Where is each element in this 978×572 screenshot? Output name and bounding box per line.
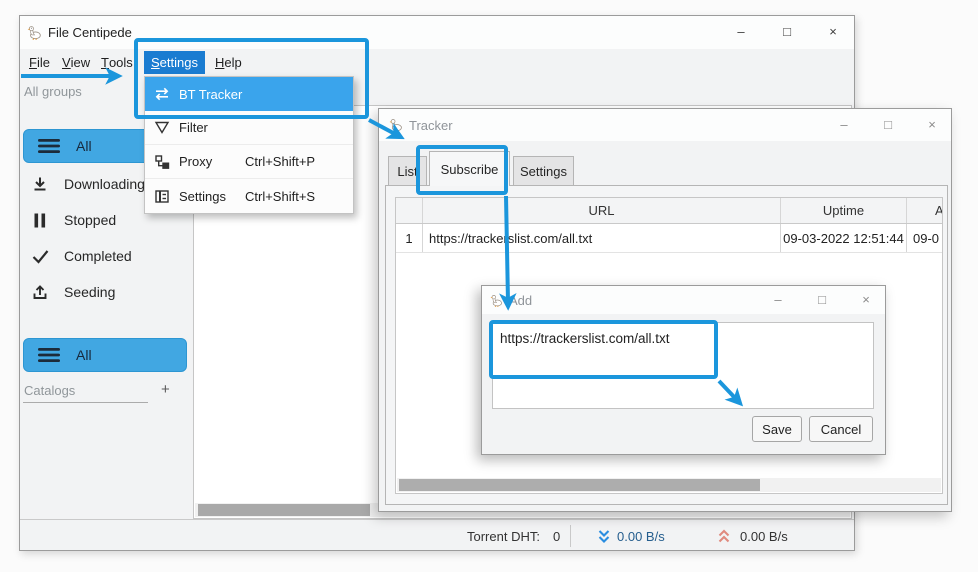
col-header-added[interactable]: A <box>907 198 942 223</box>
tab-settings[interactable]: Settings <box>513 156 574 186</box>
sidebar-item-label: Completed <box>64 248 132 264</box>
proxy-icon <box>153 154 171 170</box>
menu-file[interactable]: File <box>22 51 57 74</box>
app-logo-duck-icon <box>389 118 403 132</box>
menu-tools[interactable]: Tools <box>94 51 140 74</box>
menu-help[interactable]: Help <box>208 51 249 74</box>
menu-view[interactable]: View <box>55 51 97 74</box>
cancel-button[interactable]: Cancel <box>809 416 873 442</box>
table-row[interactable]: 1 https://trackerslist.com/all.txt 09-03… <box>396 224 942 253</box>
menu-item-bt-tracker[interactable]: BT Tracker <box>145 77 353 111</box>
main-window-title: File Centipede <box>48 25 132 40</box>
sidebar-catalog-all[interactable]: All <box>23 338 187 372</box>
maximize-button[interactable]: □ <box>770 24 804 39</box>
bt-tracker-icon <box>153 86 171 102</box>
upload-speed-value: 0.00 B/s <box>740 520 788 552</box>
sidebar-item-label: All <box>76 138 92 154</box>
app-logo-duck-icon <box>27 25 42 40</box>
settings-icon <box>153 189 171 204</box>
add-catalog-button[interactable]: + <box>161 381 170 398</box>
download-speed-icon <box>597 520 611 552</box>
tracker-window-title: Tracker <box>409 118 453 133</box>
add-dialog-title: Add <box>509 293 532 308</box>
menu-settings[interactable]: Settings <box>144 51 205 74</box>
minimize-button[interactable]: – <box>724 24 758 39</box>
hamburger-icon <box>38 347 60 363</box>
torrent-dht-label: Torrent DHT: <box>467 520 540 552</box>
menu-item-shortcut: Ctrl+Shift+P <box>245 154 315 169</box>
close-button[interactable]: × <box>915 117 949 132</box>
menu-item-label: BT Tracker <box>179 87 242 102</box>
minimize-button[interactable]: – <box>827 117 861 132</box>
sidebar-item-label: Seeding <box>64 284 115 300</box>
filter-icon <box>153 120 171 135</box>
sidebar-item-label: Downloading <box>64 176 145 192</box>
download-speed-value: 0.00 B/s <box>617 520 665 552</box>
app-logo-duck-icon <box>490 294 503 307</box>
cell-index: 1 <box>396 224 423 252</box>
close-button[interactable]: × <box>816 24 850 39</box>
checkmark-icon <box>31 249 49 264</box>
menu-item-settings[interactable]: Settings Ctrl+Shift+S <box>145 179 353 213</box>
hamburger-icon <box>38 138 60 154</box>
scrollbar-thumb[interactable] <box>399 479 760 491</box>
menu-bar: File View Tools Settings Help <box>20 49 854 76</box>
scrollbar-thumb[interactable] <box>198 504 370 516</box>
upload-seed-icon <box>31 284 49 300</box>
tracker-url-input[interactable]: https://trackerslist.com/all.txt <box>492 322 874 409</box>
menu-item-proxy[interactable]: Proxy Ctrl+Shift+P <box>145 145 353 179</box>
add-dialog: Add – □ × https://trackerslist.com/all.t… <box>481 285 886 455</box>
cell-url: https://trackerslist.com/all.txt <box>423 224 781 252</box>
pause-icon <box>31 213 49 228</box>
close-button[interactable]: × <box>849 292 883 307</box>
menu-item-label: Proxy <box>179 154 212 169</box>
save-button[interactable]: Save <box>752 416 802 442</box>
menu-item-shortcut: Ctrl+Shift+S <box>245 189 315 204</box>
menu-item-label: Settings <box>179 189 226 204</box>
status-divider <box>570 525 571 547</box>
tab-list[interactable]: List <box>388 156 427 186</box>
download-icon <box>31 176 49 192</box>
groups-selector[interactable]: All groups <box>24 78 82 104</box>
screenshot-stage: File Centipede – □ × File View Tools Set… <box>0 0 978 572</box>
maximize-button[interactable]: □ <box>871 117 905 132</box>
sidebar-item-label: All <box>76 347 92 363</box>
table-header-row: URL Uptime A <box>396 198 942 224</box>
menu-item-label: Filter <box>179 120 208 135</box>
minimize-button[interactable]: – <box>761 292 795 307</box>
cell-added: 09-0 <box>907 224 942 252</box>
tab-subscribe[interactable]: Subscribe <box>429 151 510 186</box>
col-header-url[interactable]: URL <box>423 198 781 223</box>
sidebar-item-completed[interactable]: Completed <box>23 239 187 273</box>
catalogs-label: Catalogs <box>24 383 75 398</box>
status-bar: Torrent DHT: 0 0.00 B/s 0.00 B/s <box>20 519 854 552</box>
menu-item-filter[interactable]: Filter <box>145 111 353 145</box>
col-header-uptime[interactable]: Uptime <box>781 198 907 223</box>
sidebar-item-label: Stopped <box>64 212 116 228</box>
horizontal-scrollbar[interactable] <box>397 478 941 492</box>
cell-uptime: 09-03-2022 12:51:44 <box>781 224 907 252</box>
col-header-index[interactable] <box>396 198 423 223</box>
maximize-button[interactable]: □ <box>805 292 839 307</box>
settings-dropdown-menu: BT Tracker Filter Proxy <box>144 76 354 214</box>
catalogs-divider <box>23 402 148 403</box>
upload-speed-icon <box>717 520 731 552</box>
sidebar-item-seeding[interactable]: Seeding <box>23 275 187 309</box>
torrent-dht-value: 0 <box>553 520 560 552</box>
